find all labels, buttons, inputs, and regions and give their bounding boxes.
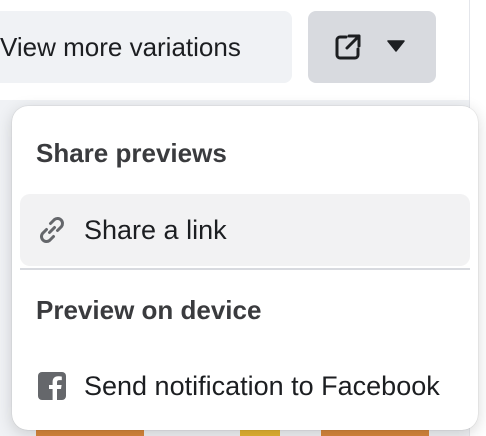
facebook-icon bbox=[38, 372, 66, 400]
menu-item-share-link[interactable]: Share a link bbox=[20, 194, 470, 266]
section-title-preview-on-device: Preview on device bbox=[36, 295, 262, 325]
menu-divider bbox=[20, 268, 470, 270]
share-dropdown-menu: Share previews Share a link Preview on d… bbox=[12, 106, 478, 430]
menu-item-send-notification-facebook[interactable]: Send notification to Facebook bbox=[20, 350, 470, 422]
link-icon bbox=[40, 217, 64, 243]
view-more-variations-button[interactable]: View more variations bbox=[0, 11, 292, 83]
menu-item-label: Send notification to Facebook bbox=[84, 371, 440, 401]
menu-item-label: Share a link bbox=[84, 215, 227, 245]
section-title-share-previews: Share previews bbox=[36, 138, 227, 168]
share-dropdown-button[interactable] bbox=[308, 11, 436, 83]
external-link-icon bbox=[335, 34, 361, 60]
chevron-down-icon bbox=[387, 40, 405, 52]
